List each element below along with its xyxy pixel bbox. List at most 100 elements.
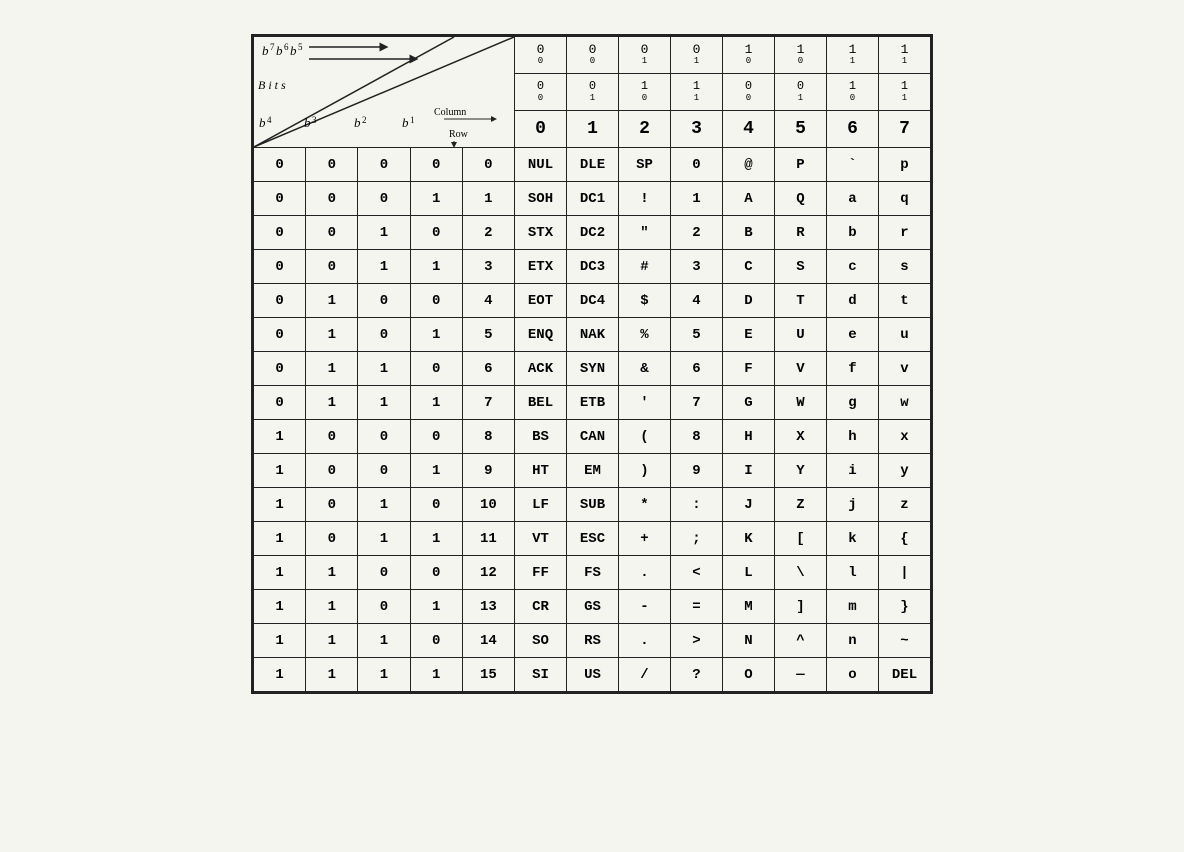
bit-b2: 1 (358, 352, 410, 386)
bit-b3: 0 (306, 216, 358, 250)
bit-b4: 1 (254, 454, 306, 488)
svg-text:b: b (304, 115, 311, 130)
row-num: 15 (462, 658, 514, 692)
row-num: 13 (462, 590, 514, 624)
col7-data: | (879, 556, 931, 590)
table-row: 111014SORS.>N^n~ (254, 624, 931, 658)
bit-b1: 0 (410, 420, 462, 454)
col1-data: DC1 (567, 182, 619, 216)
col0-data: ETX (515, 250, 567, 284)
row-num: 9 (462, 454, 514, 488)
table-row: 01106ACKSYN&6FVfv (254, 352, 931, 386)
table-row: 00000NULDLESP0@P`p (254, 148, 931, 182)
bit-b3: 1 (306, 556, 358, 590)
bit-b2: 0 (358, 182, 410, 216)
bit-b4: 0 (254, 216, 306, 250)
col2-data: SP (619, 148, 671, 182)
col5-data: Z (775, 488, 827, 522)
col3-data: 1 (671, 182, 723, 216)
table-row: 01015ENQNAK%5EUeu (254, 318, 931, 352)
bit-b3: 1 (306, 284, 358, 318)
row-num: 0 (462, 148, 514, 182)
col3-data: ? (671, 658, 723, 692)
bit-b3: 1 (306, 590, 358, 624)
bit-b3: 1 (306, 658, 358, 692)
col6-data: i (827, 454, 879, 488)
svg-text:b: b (290, 43, 297, 58)
col7-data: t (879, 284, 931, 318)
header-row-1: b 7 b 6 b 5 B i t s (254, 37, 931, 74)
bit-b3: 0 (306, 182, 358, 216)
bit-b4: 1 (254, 488, 306, 522)
col6-data: e (827, 318, 879, 352)
col7-data: r (879, 216, 931, 250)
bit-b3: 0 (306, 148, 358, 182)
bit-b3: 1 (306, 386, 358, 420)
bit-b1: 0 (410, 284, 462, 318)
col-b7-4: 10 (723, 37, 775, 74)
bit-b4: 0 (254, 250, 306, 284)
bit-b2: 1 (358, 216, 410, 250)
col6-data: o (827, 658, 879, 692)
svg-text:2: 2 (362, 115, 367, 125)
col7-data: DEL (879, 658, 931, 692)
col2-data: $ (619, 284, 671, 318)
svg-text:b: b (402, 115, 409, 130)
col3-data: 5 (671, 318, 723, 352)
table-row: 00113ETXDC3#3CScs (254, 250, 931, 284)
bit-b1: 1 (410, 182, 462, 216)
col7-data: p (879, 148, 931, 182)
col4-data: H (723, 420, 775, 454)
svg-text:B i t s: B i t s (258, 78, 286, 92)
col4-data: E (723, 318, 775, 352)
col0-data: SI (515, 658, 567, 692)
col4-data: N (723, 624, 775, 658)
col7-data: x (879, 420, 931, 454)
bit-b4: 1 (254, 556, 306, 590)
bit-b1: 0 (410, 148, 462, 182)
col1-data: US (567, 658, 619, 692)
row-num: 3 (462, 250, 514, 284)
svg-text:Column: Column (434, 107, 466, 118)
col5-data: U (775, 318, 827, 352)
col4-data: J (723, 488, 775, 522)
col3-data: : (671, 488, 723, 522)
bit-b1: 1 (410, 590, 462, 624)
col2-data: / (619, 658, 671, 692)
col7-data: } (879, 590, 931, 624)
corner-cell: b 7 b 6 b 5 B i t s (254, 37, 515, 148)
bit-b1: 1 (410, 386, 462, 420)
col4-data: L (723, 556, 775, 590)
bit-b1: 0 (410, 556, 462, 590)
col0-data: SO (515, 624, 567, 658)
svg-text:5: 5 (298, 42, 303, 52)
col7-data: { (879, 522, 931, 556)
row-num: 11 (462, 522, 514, 556)
svg-text:4: 4 (267, 115, 272, 125)
table-row: 101010LFSUB*:JZjz (254, 488, 931, 522)
col3-data: 9 (671, 454, 723, 488)
bit-b2: 0 (358, 590, 410, 624)
col2-data: ! (619, 182, 671, 216)
bit-b3: 0 (306, 488, 358, 522)
bit-b4: 1 (254, 658, 306, 692)
svg-text:6: 6 (284, 42, 289, 52)
col0-data: VT (515, 522, 567, 556)
bit-b3: 0 (306, 522, 358, 556)
col4-data: C (723, 250, 775, 284)
col1-data: CAN (567, 420, 619, 454)
col0-data: BS (515, 420, 567, 454)
table-row: 01117BELETB'7GWgw (254, 386, 931, 420)
col0-data: FF (515, 556, 567, 590)
col3-data: > (671, 624, 723, 658)
bit-b3: 0 (306, 250, 358, 284)
col1-data: FS (567, 556, 619, 590)
svg-text:b: b (354, 115, 361, 130)
row-num: 12 (462, 556, 514, 590)
bit-b1: 1 (410, 318, 462, 352)
col2-data: & (619, 352, 671, 386)
col4-data: M (723, 590, 775, 624)
col3-data: < (671, 556, 723, 590)
col2-data: + (619, 522, 671, 556)
col2-data: . (619, 624, 671, 658)
